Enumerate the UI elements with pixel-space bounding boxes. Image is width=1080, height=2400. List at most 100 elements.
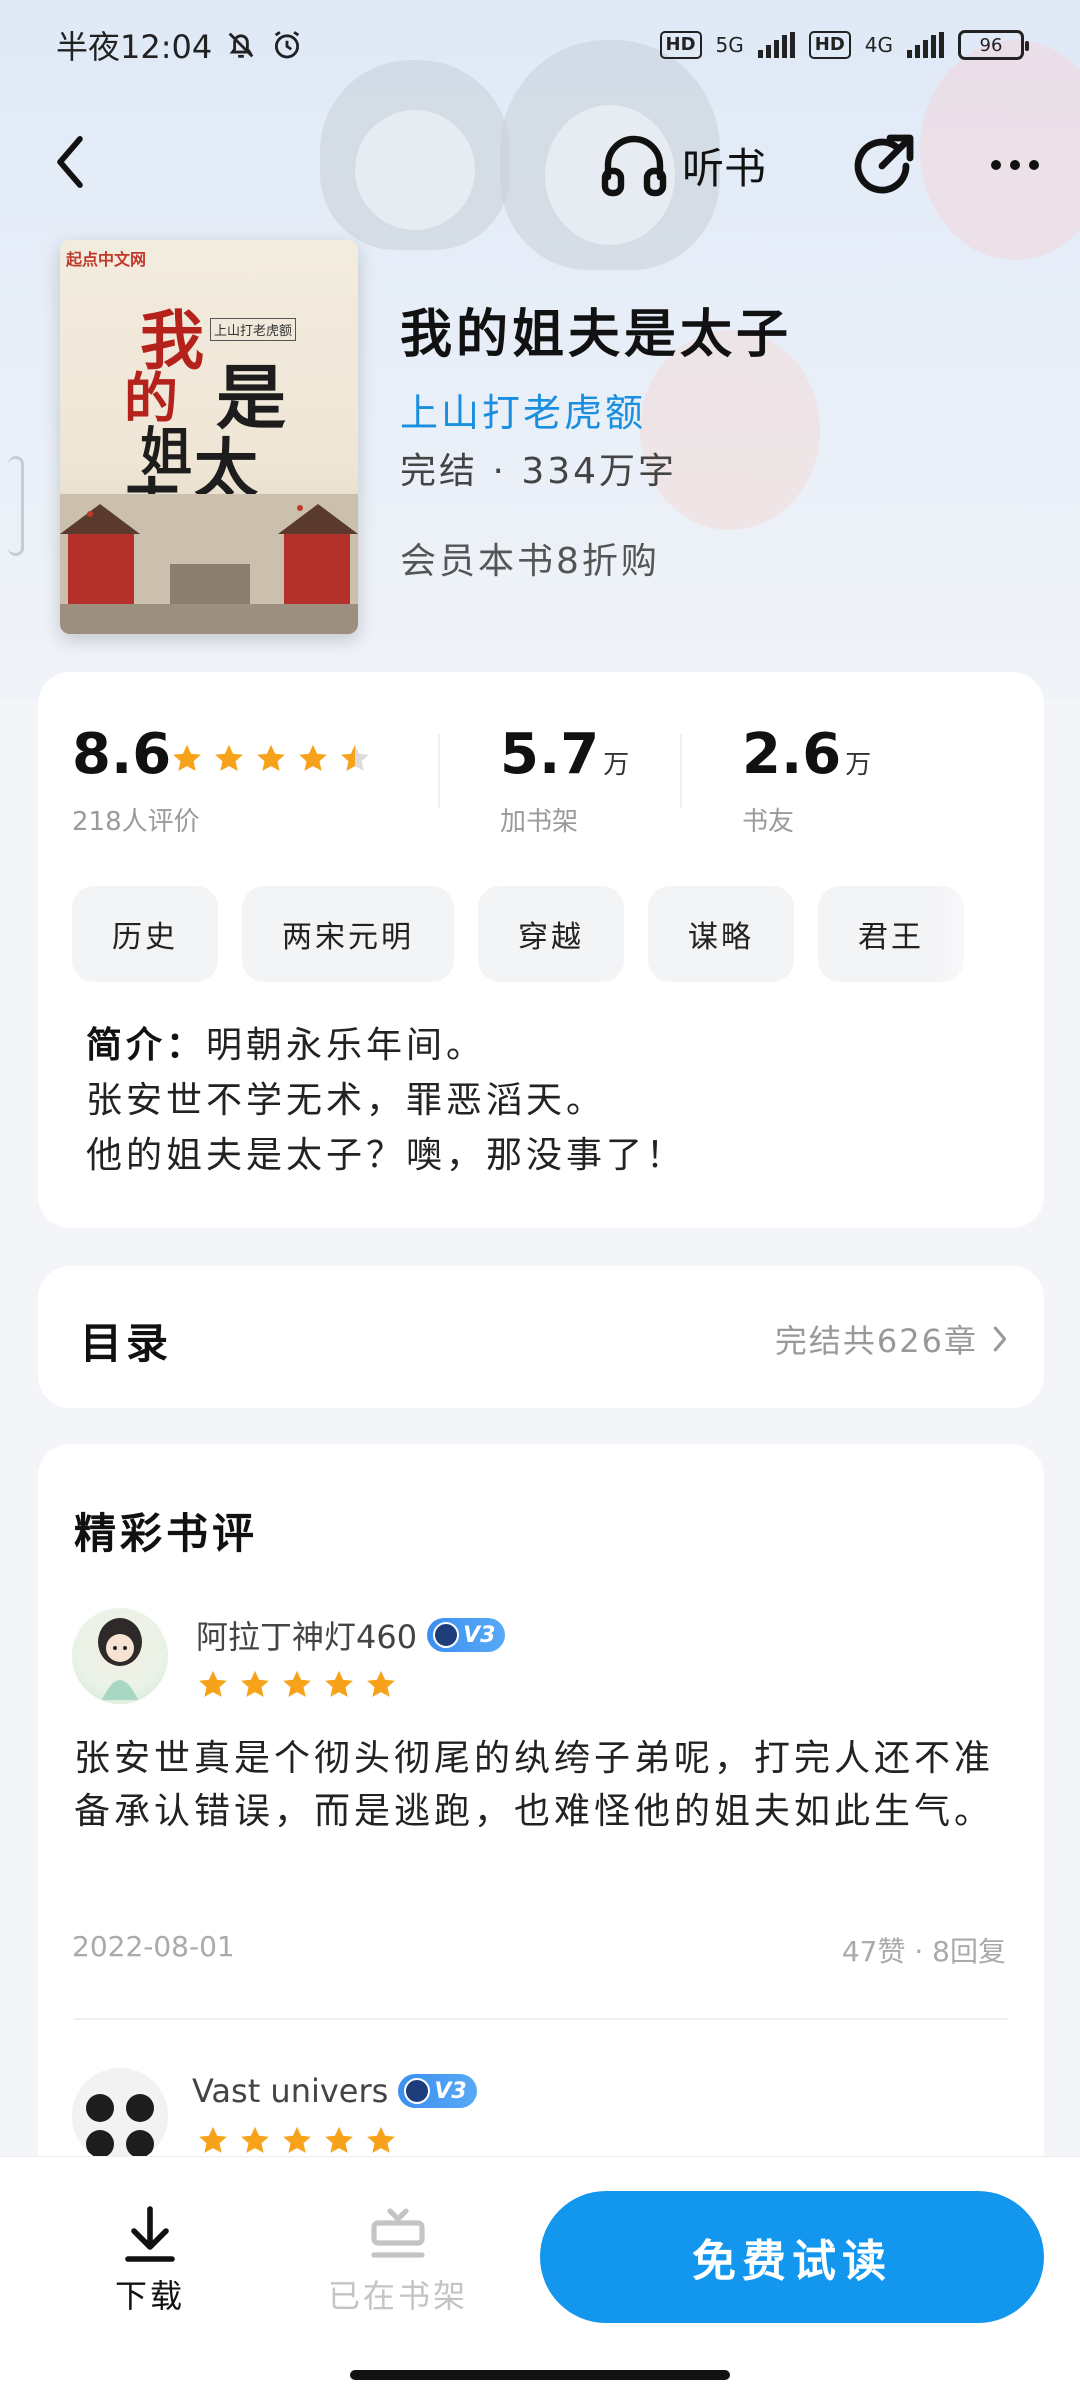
book-title: 我的姐夫是太子 (400, 305, 793, 365)
level-badge: V3 (398, 2074, 477, 2108)
download-button[interactable]: 下载 (70, 2205, 230, 2317)
home-indicator[interactable] (350, 2370, 730, 2380)
review-stars (196, 2124, 398, 2158)
level-badge: V3 (427, 1618, 506, 1652)
bookshelf-icon (371, 2208, 425, 2258)
shelf-label: 加书架 (500, 807, 579, 837)
fans-count: 2.6 (742, 722, 842, 787)
avatar-illustration (72, 2068, 168, 2164)
level-text: V3 (463, 1622, 496, 1648)
divider (438, 734, 440, 808)
download-icon (125, 2206, 175, 2262)
dot (991, 160, 1001, 170)
star-icon (283, 2126, 311, 2153)
reviewer-name: Vast univers (192, 2072, 389, 2110)
cover-publisher: 起点中文网 (66, 250, 147, 269)
star-icon (241, 2126, 269, 2153)
tag-chip[interactable]: 穿越 (478, 886, 624, 982)
divider (680, 734, 682, 808)
book-stats-card: 8.6 218人评价 5.7 万 加书架 2.6 万 书友 历史 两宋元明 穿越 谋… (38, 672, 1044, 1228)
star-icon (325, 1670, 353, 1697)
divider (74, 2018, 1008, 2020)
signal-icon (757, 32, 795, 58)
toc-label: 目录 (80, 1319, 173, 1368)
in-shelf-button[interactable]: 已在书架 (318, 2205, 478, 2317)
chevron-left-icon (57, 136, 83, 188)
synopsis[interactable]: 简介：明朝永乐年间。 张安世不学无术，罪恶滔天。 他的姐夫是太子？噢，那没事了！ (86, 1018, 1006, 1183)
free-trial-read-button[interactable]: 免费试读 (540, 2191, 1044, 2323)
headphones-icon (601, 135, 667, 197)
synopsis-line: 明朝永乐年间。 (206, 1025, 487, 1066)
chevron-right-icon (993, 1326, 1007, 1352)
top-nav: 听书 (0, 120, 1080, 210)
palace-illustration (60, 494, 358, 634)
avatar-illustration (98, 1618, 142, 1700)
bottom-action-bar: 下载 已在书架 免费试读 (0, 2156, 1080, 2400)
review-meta[interactable]: 47赞 · 8回复 (842, 1930, 1006, 1970)
side-gesture-handle[interactable] (8, 456, 24, 556)
fans-label: 书友 (742, 807, 795, 837)
author-link[interactable]: 上山打老虎额 (400, 382, 646, 437)
star-icon (215, 744, 243, 771)
review-date: 2022-08-01 (72, 1930, 235, 1963)
shelf-unit: 万 (603, 750, 630, 780)
tag-chip[interactable]: 谋略 (648, 886, 794, 982)
alarm-icon (275, 31, 300, 59)
review-stars (196, 1668, 398, 1702)
reviewer-name-row[interactable]: 阿拉丁神灯460 V3 (196, 1612, 506, 1658)
avatar[interactable] (72, 2068, 168, 2164)
star-icon (199, 1670, 227, 1697)
more-options-button[interactable] (980, 130, 1050, 200)
star-icon (367, 1670, 395, 1697)
dot (1029, 160, 1039, 170)
reviewer-name-row[interactable]: Vast univers V3 (192, 2072, 477, 2110)
shelf-count: 5.7 (500, 722, 600, 787)
table-of-contents-row[interactable]: 目录 完结共626章 (38, 1266, 1044, 1408)
avatar[interactable] (72, 1608, 168, 1704)
rating-value: 8.6 (72, 722, 172, 787)
tag-list: 历史 两宋元明 穿越 谋略 君王 (72, 886, 964, 982)
reviews-title: 精彩书评 (74, 1509, 259, 1558)
star-icon (283, 1670, 311, 1697)
star-icon (299, 744, 327, 771)
battery-level: 96 (979, 34, 1003, 56)
badge-icon (404, 2078, 431, 2104)
network-type: 5G (715, 33, 744, 57)
fans-stat[interactable]: 2.6 万 书友 (742, 722, 871, 838)
star-icon (199, 2126, 227, 2153)
cover-title: 我 的 姐 夫 是 太 子 (120, 280, 330, 571)
badge-icon (433, 1622, 460, 1648)
hd-badge: HD (659, 31, 702, 59)
listen-button[interactable]: 听书 (600, 130, 766, 200)
share-icon (854, 134, 914, 194)
synopsis-line: 他的姐夫是太子？噢，那没事了！ (86, 1135, 687, 1176)
mute-icon (228, 32, 254, 58)
fans-unit: 万 (845, 750, 872, 780)
vip-offer[interactable]: 会员本书8折购 (400, 532, 660, 584)
review-text[interactable]: 张安世真是个彻头彻尾的纨绔子弟呢，打完人还不准备承认错误，而是逃跑，也难怪他的姐… (74, 1732, 1014, 1838)
network-type: 4G (864, 33, 893, 57)
battery-icon: 96 (958, 30, 1029, 60)
star-icon (173, 744, 201, 771)
status-time: 半夜12:04 (56, 28, 213, 66)
rating-stars (170, 742, 372, 776)
tag-chip[interactable]: 两宋元明 (242, 886, 454, 982)
star-icon (241, 1670, 269, 1697)
toc-info: 完结共626章 (775, 1316, 1008, 1362)
hd-badge: HD (808, 31, 851, 59)
dot (1010, 160, 1020, 170)
star-icon (257, 744, 285, 771)
star-icon (325, 2126, 353, 2153)
share-button[interactable] (846, 130, 918, 202)
back-button[interactable] (40, 132, 100, 192)
rating-stat[interactable]: 8.6 218人评价 (72, 722, 200, 838)
chapter-count: 完结共626章 (774, 1322, 978, 1360)
level-text: V3 (434, 2078, 467, 2104)
status-bar: 半夜12:04 HD 5G HD 4G 96 (0, 0, 1080, 90)
shelf-stat: 5.7 万 加书架 (500, 722, 629, 838)
signal-icon (907, 32, 944, 58)
book-cover[interactable]: 起点中文网 上山打老虎额 我 的 姐 夫 是 太 子 (60, 240, 358, 634)
synopsis-label: 简介： (86, 1025, 207, 1066)
tag-fade-overlay (934, 882, 1044, 992)
tag-chip[interactable]: 历史 (72, 886, 218, 982)
